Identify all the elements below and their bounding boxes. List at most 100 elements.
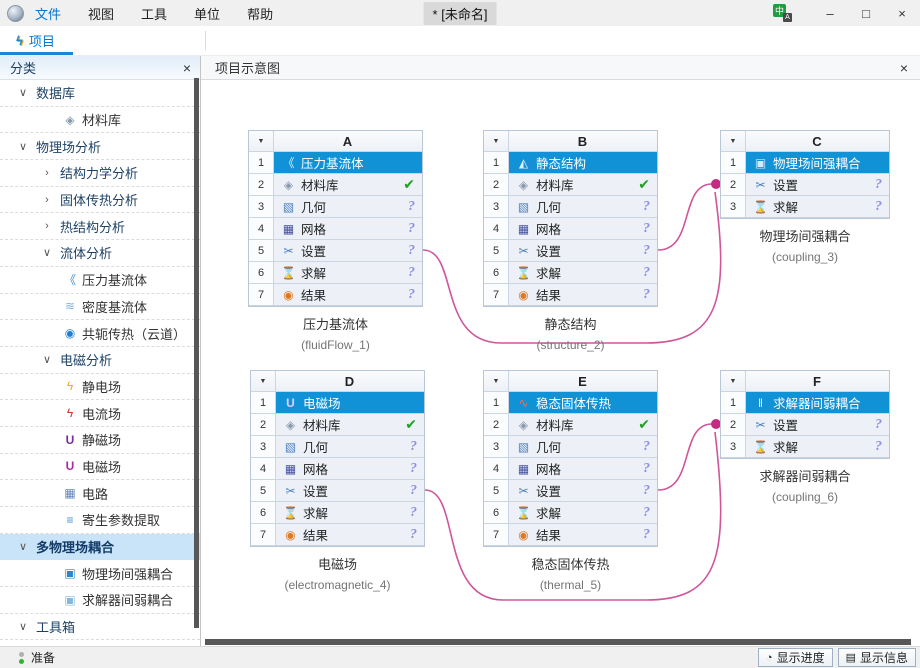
cell-label: 求解	[773, 197, 798, 216]
schematic-canvas[interactable]: ▼A1《压力基流体2◈材料库✔3▧几何?4▦网格?5✂设置?6⌛求解?7◉结果?…	[201, 80, 920, 646]
system-D-row-3: 3▧几何?	[251, 436, 424, 458]
minimize-button[interactable]: –	[812, 0, 848, 26]
cell-solve[interactable]: ⌛求解?	[509, 502, 657, 524]
chevron-down-icon[interactable]: ∨	[16, 140, 30, 153]
sidebar-item-6[interactable]: ∨流体分析	[0, 240, 200, 267]
category-close-icon[interactable]: ×	[183, 60, 191, 76]
sidebar-item-14[interactable]: U电磁场	[0, 454, 200, 481]
app-logo-icon[interactable]	[7, 5, 24, 22]
sidebar-item-3[interactable]: ›结构力学分析	[0, 160, 200, 187]
sidebar-item-9[interactable]: ◉共轭传热（云道）	[0, 320, 200, 347]
cell-settings[interactable]: ✂设置?	[274, 240, 422, 262]
maximize-button[interactable]: □	[848, 0, 884, 26]
cell-solve[interactable]: ⌛求解?	[746, 196, 889, 218]
system-dropdown-icon[interactable]: ▼	[249, 131, 274, 152]
system-dropdown-icon[interactable]: ▼	[721, 131, 746, 152]
row-number: 6	[484, 262, 509, 284]
sidebar-item-15[interactable]: ▦电路	[0, 480, 200, 507]
schematic-close-icon[interactable]: ×	[900, 60, 908, 76]
sidebar-item-0[interactable]: ∨数据库	[0, 80, 200, 107]
sidebar-item-11[interactable]: ϟ静电场	[0, 374, 200, 401]
sidebar-item-19[interactable]: ▣求解器间弱耦合	[0, 587, 200, 614]
cell-mesh[interactable]: ▦网格?	[509, 458, 657, 480]
sidebar-item-10[interactable]: ∨电磁分析	[0, 347, 200, 374]
static-magnetic-icon: U	[62, 433, 78, 447]
chevron-down-icon[interactable]: ∨	[40, 353, 54, 366]
sidebar-item-5[interactable]: ›热结构分析	[0, 213, 200, 240]
system-caption: 稳态固体传热	[483, 554, 658, 573]
cell-material-library[interactable]: ◈材料库✔	[274, 174, 422, 196]
chevron-right-icon[interactable]: ›	[40, 167, 54, 179]
cell-material-library[interactable]: ◈材料库✔	[276, 414, 424, 436]
system-dropdown-icon[interactable]: ▼	[721, 371, 746, 392]
connection-b-settings-to-c[interactable]	[658, 184, 712, 250]
cell-results[interactable]: ◉结果?	[276, 524, 424, 546]
sidebar-item-16[interactable]: ≡寄生参数提取	[0, 507, 200, 534]
sidebar-item-18[interactable]: ▣物理场间强耦合	[0, 560, 200, 587]
system-title-cell[interactable]: ‖求解器间弱耦合	[746, 392, 889, 414]
menu-file[interactable]: 文件	[35, 4, 61, 23]
cell-geometry[interactable]: ▧几何?	[274, 196, 422, 218]
cell-settings[interactable]: ✂设置?	[746, 414, 889, 436]
cell-geometry[interactable]: ▧几何?	[509, 436, 657, 458]
system-title-cell[interactable]: ▣物理场间强耦合	[746, 152, 889, 174]
cell-mesh[interactable]: ▦网格?	[276, 458, 424, 480]
sidebar-item-20[interactable]: ∨工具箱	[0, 614, 200, 641]
cell-results[interactable]: ◉结果?	[509, 284, 657, 306]
sidebar-item-8[interactable]: ≋密度基流体	[0, 294, 200, 321]
sidebar-scrollbar[interactable]	[194, 78, 199, 628]
tab-project[interactable]: ϟ 项目	[0, 26, 73, 55]
cell-solve[interactable]: ⌛求解?	[509, 262, 657, 284]
cell-settings[interactable]: ✂设置?	[746, 174, 889, 196]
cell-settings[interactable]: ✂设置?	[509, 240, 657, 262]
sidebar-item-4[interactable]: ›固体传热分析	[0, 187, 200, 214]
language-switch-icon[interactable]: 中 A	[773, 4, 792, 22]
system-C: ▼C1▣物理场间强耦合2✂设置?3⌛求解?物理场间强耦合(coupling_3)	[720, 130, 890, 264]
menu-tools[interactable]: 工具	[141, 4, 167, 23]
sidebar-item-13[interactable]: U静磁场	[0, 427, 200, 454]
sidebar-item-17[interactable]: ∨多物理场耦合	[0, 534, 200, 561]
sidebar-item-12[interactable]: ϟ电流场	[0, 400, 200, 427]
show-info-button[interactable]: ▤ 显示信息	[838, 648, 916, 667]
system-title-cell[interactable]: ∿稳态固体传热	[509, 392, 657, 414]
cell-material-library[interactable]: ◈材料库✔	[509, 414, 657, 436]
cell-solve[interactable]: ⌛求解?	[274, 262, 422, 284]
weak-coupling-icon: ‖	[752, 396, 769, 410]
cell-results[interactable]: ◉结果?	[509, 524, 657, 546]
horizontal-scrollbar[interactable]	[205, 639, 911, 645]
results-icon: ◉	[515, 288, 532, 302]
show-progress-label: 显示进度	[777, 649, 825, 666]
chevron-down-icon[interactable]: ∨	[16, 620, 30, 633]
system-title-cell[interactable]: ◭静态结构	[509, 152, 657, 174]
cell-solve[interactable]: ⌛求解?	[746, 436, 889, 458]
system-dropdown-icon[interactable]: ▼	[484, 371, 509, 392]
cell-mesh[interactable]: ▦网格?	[509, 218, 657, 240]
system-D-row-6: 6⌛求解?	[251, 502, 424, 524]
system-dropdown-icon[interactable]: ▼	[484, 131, 509, 152]
sidebar-item-7[interactable]: 《压力基流体	[0, 267, 200, 294]
cell-mesh[interactable]: ▦网格?	[274, 218, 422, 240]
connection-e-settings-to-f[interactable]	[658, 424, 712, 490]
cell-results[interactable]: ◉结果?	[274, 284, 422, 306]
menu-view[interactable]: 视图	[88, 4, 114, 23]
cell-settings[interactable]: ✂设置?	[509, 480, 657, 502]
cell-material-library[interactable]: ◈材料库✔	[509, 174, 657, 196]
system-title-cell[interactable]: U电磁场	[276, 392, 424, 414]
sidebar-item-2[interactable]: ∨物理场分析	[0, 133, 200, 160]
close-button[interactable]: ×	[884, 0, 920, 26]
chevron-down-icon[interactable]: ∨	[16, 86, 30, 99]
chevron-right-icon[interactable]: ›	[40, 220, 54, 232]
menu-units[interactable]: 单位	[194, 4, 220, 23]
sidebar-item-1[interactable]: ◈材料库	[0, 107, 200, 134]
system-title-cell[interactable]: 《压力基流体	[274, 152, 422, 174]
show-progress-button[interactable]: ◔ 显示进度	[758, 648, 833, 667]
cell-geometry[interactable]: ▧几何?	[509, 196, 657, 218]
system-dropdown-icon[interactable]: ▼	[251, 371, 276, 392]
chevron-right-icon[interactable]: ›	[40, 194, 54, 206]
chevron-down-icon[interactable]: ∨	[16, 540, 30, 553]
cell-settings[interactable]: ✂设置?	[276, 480, 424, 502]
cell-geometry[interactable]: ▧几何?	[276, 436, 424, 458]
cell-solve[interactable]: ⌛求解?	[276, 502, 424, 524]
menu-help[interactable]: 帮助	[247, 4, 273, 23]
chevron-down-icon[interactable]: ∨	[40, 246, 54, 259]
